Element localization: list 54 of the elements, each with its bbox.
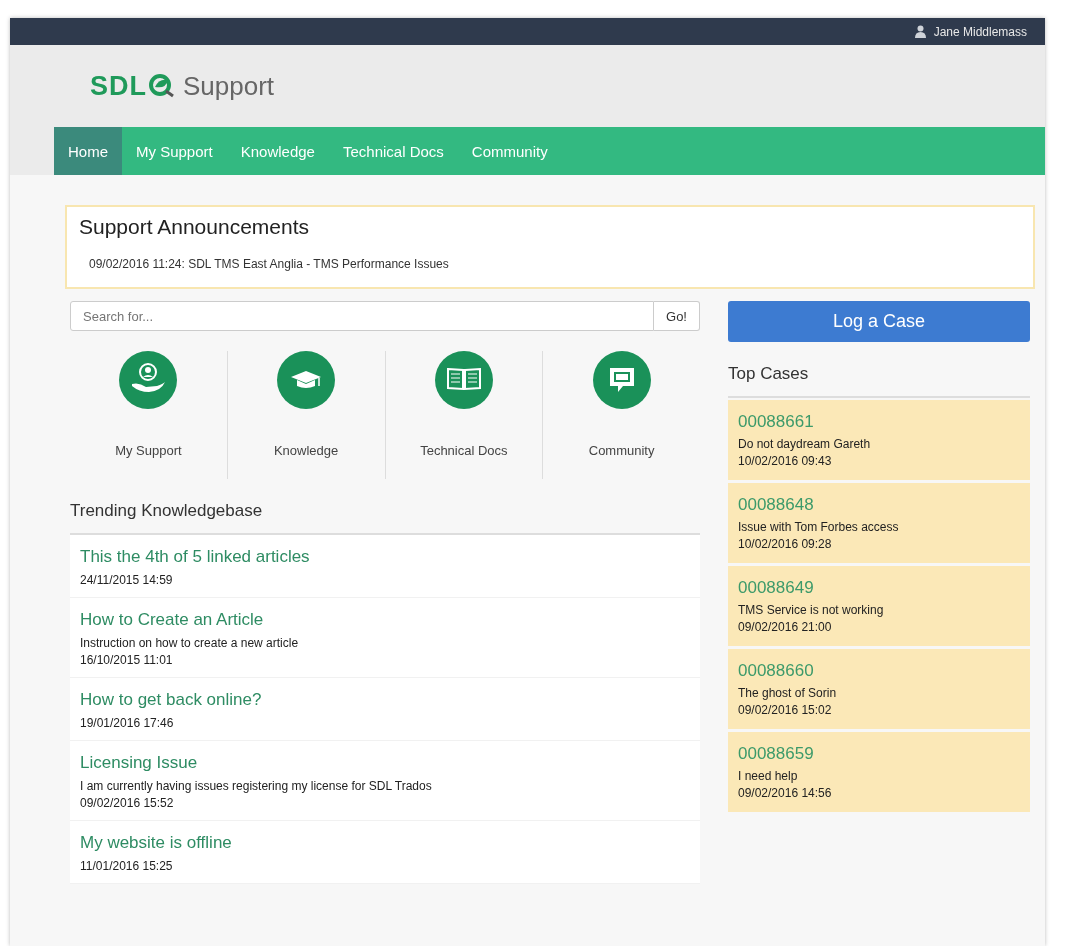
case-date: 09/02/2016 21:00 xyxy=(738,620,833,634)
go-button[interactable]: Go! xyxy=(654,301,700,331)
case-subject: I need help xyxy=(738,769,799,783)
case-number-link[interactable]: 00088649 xyxy=(738,578,1020,598)
case-subject: The ghost of Sorin xyxy=(738,686,838,700)
category-tile[interactable]: Technical Docs xyxy=(385,351,544,479)
case-date: 10/02/2016 09:28 xyxy=(738,537,833,551)
logo-brand: SDL xyxy=(90,70,147,102)
announcement-link[interactable]: 09/02/2016 11:24: SDL TMS East Anglia - TMS Performance Issues xyxy=(79,257,1021,271)
nav-tab[interactable]: My Support xyxy=(122,127,227,175)
case-date: 10/02/2016 09:43 xyxy=(738,454,833,468)
log-case-button[interactable]: Log a Case xyxy=(728,301,1030,342)
case-number-link[interactable]: 00088648 xyxy=(738,495,1020,515)
case-number-link[interactable]: 00088661 xyxy=(738,412,1020,432)
article-date: 24/11/2015 14:59 xyxy=(80,573,174,587)
tile-label: Knowledge xyxy=(273,443,339,458)
graduation-cap-icon xyxy=(277,351,336,409)
tile-label: Technical Docs xyxy=(420,443,508,458)
category-tile[interactable]: Community xyxy=(543,351,700,479)
article-link[interactable]: How to Create an Article xyxy=(80,610,690,630)
article-summary: I am currently having issues registering my license for SDL Trados xyxy=(80,779,433,793)
article-date: 16/10/2015 11:01 xyxy=(80,653,174,667)
top-cases-title: Top Cases xyxy=(728,364,1030,398)
article-link[interactable]: Licensing Issue xyxy=(80,753,690,773)
announcements-title: Support Announcements xyxy=(79,215,310,239)
case-date: 09/02/2016 14:56 xyxy=(738,786,833,800)
nav-tab[interactable]: Community xyxy=(457,127,562,175)
article-date: 19/01/2016 17:46 xyxy=(80,716,175,730)
article-date: 09/02/2016 15:52 xyxy=(80,796,175,810)
category-tile[interactable]: My Support xyxy=(70,351,228,479)
user-icon xyxy=(914,25,926,38)
article-link[interactable]: My website is offline xyxy=(80,833,690,853)
tile-label: My Support xyxy=(115,443,182,458)
tile-label: Community xyxy=(588,443,655,458)
open-book-icon xyxy=(434,351,493,409)
search-field[interactable]: Search for... xyxy=(70,301,654,331)
case-date: 09/02/2016 15:02 xyxy=(738,703,833,717)
case-number-link[interactable]: 00088659 xyxy=(738,744,1020,764)
category-tile[interactable]: Knowledge xyxy=(227,351,386,479)
user-name[interactable]: Jane Middlemass xyxy=(933,24,1027,39)
case-subject: Do not daydream Gareth xyxy=(738,437,872,451)
article-date: 11/01/2016 15:25 xyxy=(80,859,174,873)
hand-person-icon xyxy=(119,351,178,409)
article-summary: Instruction on how to create a new article xyxy=(80,636,300,650)
nav-tab[interactable]: Technical Docs xyxy=(328,127,458,175)
case-subject: Issue with Tom Forbes access xyxy=(738,520,900,534)
case-number-link[interactable]: 00088660 xyxy=(738,661,1020,681)
case-subject: TMS Service is not working xyxy=(738,603,885,617)
article-link[interactable]: This the 4th of 5 linked articles xyxy=(80,547,690,567)
article-link[interactable]: How to get back online? xyxy=(80,690,690,710)
logo-product: Support xyxy=(183,70,275,102)
chat-bubble-icon xyxy=(592,351,651,409)
nav-tab[interactable]: Home xyxy=(54,127,122,175)
nav-tab[interactable]: Knowledge xyxy=(226,127,329,175)
